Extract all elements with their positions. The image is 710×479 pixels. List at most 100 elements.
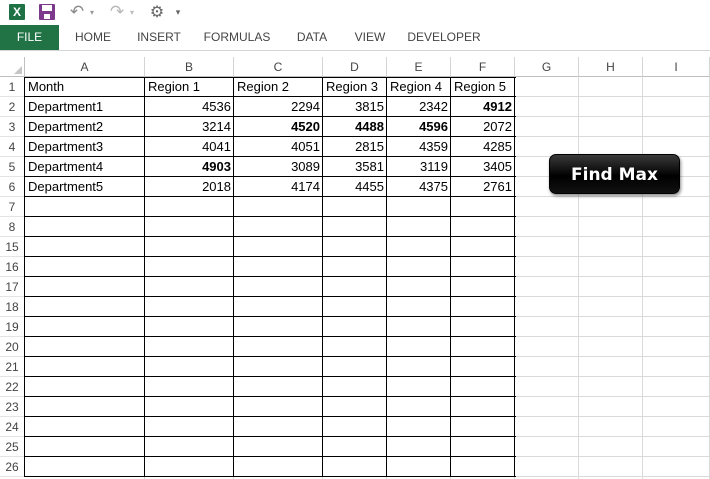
table-border — [25, 216, 516, 217]
gridline — [642, 77, 643, 479]
find-max-button[interactable]: Find Max — [549, 154, 680, 194]
value-cell[interactable]: 2072 — [451, 117, 514, 137]
column-header-b[interactable]: B — [145, 57, 234, 77]
spreadsheet-grid[interactable]: A B C D E F G H I 1 2 3 4 5 6 7 8 15 16 17 18 19 20 21 22 23 24 25 2… — [0, 57, 710, 479]
row-header[interactable]: 15 — [0, 237, 25, 257]
department-cell[interactable]: Department5 — [25, 177, 145, 197]
value-cell[interactable]: 4520 — [234, 117, 322, 137]
row-header[interactable]: 1 — [0, 77, 25, 97]
row-header[interactable]: 26 — [0, 457, 25, 477]
department-cell[interactable]: Department3 — [25, 137, 145, 157]
department-cell[interactable]: Department1 — [25, 97, 145, 117]
customize-toolbar-icon[interactable]: ▾ — [173, 2, 183, 22]
column-header-i[interactable]: I — [643, 57, 710, 77]
quick-access-toolbar: X ↶ ▾ ↷ ▾ ⚙ ▾ — [0, 0, 710, 25]
column-header-e[interactable]: E — [387, 57, 451, 77]
value-cell[interactable]: 4903 — [145, 157, 233, 177]
column-header-h[interactable]: H — [579, 57, 643, 77]
undo-icon[interactable]: ↶ — [66, 2, 88, 22]
value-cell[interactable]: 3581 — [323, 157, 386, 177]
value-cell[interactable]: 4375 — [387, 177, 450, 197]
select-all-corner[interactable] — [0, 57, 25, 77]
value-cell[interactable]: 4596 — [387, 117, 450, 137]
value-cell[interactable]: 2815 — [323, 137, 386, 157]
tab-file[interactable]: FILE — [0, 25, 59, 50]
row-header[interactable]: 23 — [0, 397, 25, 417]
column-header-f[interactable]: F — [451, 57, 515, 77]
row-header[interactable]: 8 — [0, 217, 25, 237]
ribbon-tabs: FILE HOME INSERT FORMULAS DATA VIEW DEVE… — [0, 25, 710, 51]
table-header-cell[interactable]: Month — [25, 77, 145, 97]
row-header[interactable]: 18 — [0, 297, 25, 317]
value-cell[interactable]: 3089 — [234, 157, 322, 177]
table-border — [25, 336, 516, 337]
row-header[interactable]: 25 — [0, 437, 25, 457]
table-border — [25, 376, 516, 377]
value-cell[interactable]: 4041 — [145, 137, 233, 157]
table-border — [25, 436, 516, 437]
redo-dropdown-icon[interactable]: ▾ — [128, 2, 136, 22]
table-border — [25, 296, 516, 297]
value-cell[interactable]: 4536 — [145, 97, 233, 117]
macro-icon[interactable]: ⚙ — [146, 2, 168, 22]
department-cell[interactable]: Department4 — [25, 157, 145, 177]
value-cell[interactable]: 3405 — [451, 157, 514, 177]
tab-data[interactable]: DATA — [291, 25, 333, 50]
department-cell[interactable]: Department2 — [25, 117, 145, 137]
column-header-g[interactable]: G — [515, 57, 579, 77]
value-cell[interactable]: 2018 — [145, 177, 233, 197]
value-cell[interactable]: 4174 — [234, 177, 322, 197]
row-header[interactable]: 20 — [0, 337, 25, 357]
table-border — [25, 416, 516, 417]
value-cell[interactable]: 4455 — [323, 177, 386, 197]
table-header-cell[interactable]: Region 4 — [387, 77, 451, 97]
value-cell[interactable]: 4359 — [387, 137, 450, 157]
excel-icon[interactable]: X — [7, 2, 27, 22]
row-header[interactable]: 21 — [0, 357, 25, 377]
table-border — [25, 396, 516, 397]
value-cell[interactable]: 3119 — [387, 157, 450, 177]
row-header[interactable]: 22 — [0, 377, 25, 397]
value-cell[interactable]: 4912 — [451, 97, 514, 117]
row-header[interactable]: 3 — [0, 117, 25, 137]
table-header-cell[interactable]: Region 3 — [323, 77, 387, 97]
row-header[interactable]: 5 — [0, 157, 25, 177]
row-header[interactable]: 6 — [0, 177, 25, 197]
value-cell[interactable]: 4488 — [323, 117, 386, 137]
column-header-a[interactable]: A — [25, 57, 145, 77]
row-header[interactable]: 7 — [0, 197, 25, 217]
gridline — [578, 77, 579, 479]
tab-insert[interactable]: INSERT — [134, 25, 184, 50]
table-header-cell[interactable]: Region 2 — [234, 77, 323, 97]
undo-dropdown-icon[interactable]: ▾ — [88, 2, 96, 22]
table-border — [25, 236, 516, 237]
table-header-cell[interactable]: Region 5 — [451, 77, 515, 97]
value-cell[interactable]: 2342 — [387, 97, 450, 117]
table-border — [25, 276, 516, 277]
table-border — [25, 456, 516, 457]
save-icon[interactable] — [37, 2, 57, 22]
value-cell[interactable]: 2294 — [234, 97, 322, 117]
redo-icon[interactable]: ↷ — [106, 2, 128, 22]
value-cell[interactable]: 4285 — [451, 137, 514, 157]
tab-view[interactable]: VIEW — [350, 25, 390, 50]
value-cell[interactable]: 3815 — [323, 97, 386, 117]
tab-formulas[interactable]: FORMULAS — [201, 25, 273, 50]
row-header[interactable]: 24 — [0, 417, 25, 437]
row-header[interactable]: 16 — [0, 257, 25, 277]
table-border — [25, 316, 516, 317]
column-header-d[interactable]: D — [323, 57, 387, 77]
row-header[interactable]: 19 — [0, 317, 25, 337]
value-cell[interactable]: 2761 — [451, 177, 514, 197]
row-header[interactable]: 2 — [0, 97, 25, 117]
column-header-c[interactable]: C — [234, 57, 323, 77]
tab-developer[interactable]: DEVELOPER — [407, 25, 481, 50]
row-header[interactable]: 4 — [0, 137, 25, 157]
table-header-cell[interactable]: Region 1 — [145, 77, 234, 97]
tab-home[interactable]: HOME — [70, 25, 116, 50]
table-border — [25, 356, 516, 357]
value-cell[interactable]: 4051 — [234, 137, 322, 157]
row-header[interactable]: 17 — [0, 277, 25, 297]
value-cell[interactable]: 3214 — [145, 117, 233, 137]
table-border — [25, 256, 516, 257]
